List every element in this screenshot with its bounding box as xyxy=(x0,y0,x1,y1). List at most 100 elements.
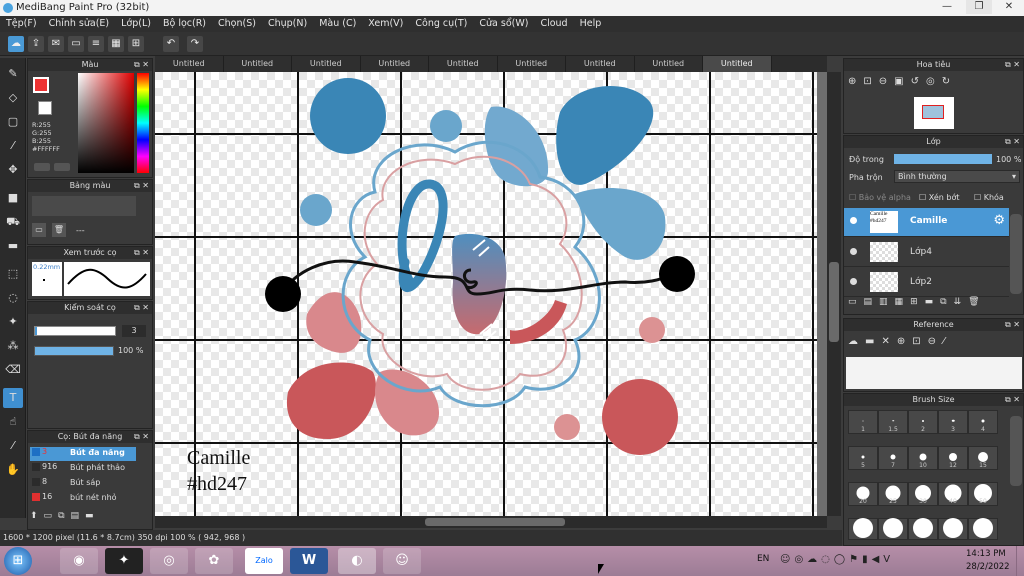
eye-icon[interactable] xyxy=(850,217,857,224)
brush-size-cell[interactable]: 15 xyxy=(968,446,998,470)
brush-settings-icon[interactable]: ▤ xyxy=(71,511,86,521)
operation-tool-icon[interactable]: ☝ xyxy=(3,412,23,432)
menu-layer[interactable]: Lớp(L) xyxy=(115,16,157,32)
cloud-icon[interactable]: ☁ xyxy=(8,36,24,52)
brush-size-cell[interactable]: 7 xyxy=(878,446,908,470)
coccoc-icon[interactable]: ◉ xyxy=(60,548,98,574)
chrome-icon[interactable]: ◎ xyxy=(150,548,188,574)
paint-icon[interactable]: ◐ xyxy=(338,548,376,574)
upload-icon[interactable]: ☁ xyxy=(848,336,865,347)
navigator-thumbnail[interactable] xyxy=(914,97,954,129)
flag-tray-icon[interactable]: ⚑ xyxy=(849,554,862,565)
menu-view[interactable]: Xem(V) xyxy=(362,16,409,32)
horizontal-scroll-thumb[interactable] xyxy=(425,518,565,526)
open-folder-icon[interactable]: ▬ xyxy=(865,336,881,347)
brush-tool-icon[interactable]: ✎ xyxy=(3,64,23,84)
clock-date[interactable]: 28/2/2022 xyxy=(966,562,1010,572)
brush-size-cell[interactable]: 20 xyxy=(848,482,878,506)
share-icon[interactable]: ⇪ xyxy=(28,36,44,52)
tab-untitled[interactable]: Untitled xyxy=(566,56,635,72)
opera-tray-icon[interactable]: ◯ xyxy=(834,554,849,565)
color-option-icon[interactable] xyxy=(34,163,50,171)
brush-size-slider[interactable] xyxy=(34,326,116,336)
brush-size-cell[interactable]: 3 xyxy=(938,410,968,434)
dropper-tool-icon[interactable]: ⁄ xyxy=(3,436,23,456)
start-button[interactable]: ⊞ xyxy=(4,547,32,575)
hand-tool-icon[interactable]: ✋ xyxy=(3,460,23,480)
menu-select[interactable]: Chọn(S) xyxy=(212,16,262,32)
menu-edit[interactable]: Chỉnh sửa(E) xyxy=(43,16,116,32)
redo-icon[interactable]: ↷ xyxy=(187,36,203,52)
eye-icon[interactable] xyxy=(850,278,857,285)
brush-item[interactable]: 8 Bút sáp xyxy=(30,477,136,491)
layer-row[interactable]: Camille #hd247 Camille ⚙ xyxy=(844,208,1009,237)
tab-untitled[interactable]: Untitled xyxy=(155,56,224,72)
rotate-right-icon[interactable]: ↻ xyxy=(942,76,957,87)
panel-close-icon[interactable]: ⧉ ✕ xyxy=(1005,394,1020,406)
unikey-tray-icon[interactable]: V xyxy=(883,554,894,565)
chat-icon[interactable]: ✉ xyxy=(48,36,64,52)
duplicate-layer-icon[interactable]: ⧉ xyxy=(940,297,953,307)
chrome-tray-icon[interactable]: ◎ xyxy=(794,554,807,565)
panel-close-icon[interactable]: ⧉ ✕ xyxy=(134,431,149,443)
magic-wand-tool-icon[interactable]: ✦ xyxy=(3,312,23,332)
brush-size-cell[interactable]: 30 xyxy=(908,482,938,506)
horizontal-scrollbar[interactable] xyxy=(155,516,827,528)
clock-time[interactable]: 14:13 PM xyxy=(966,549,1006,559)
background-color-swatch[interactable] xyxy=(38,101,52,115)
panel-close-icon[interactable]: ⧉ ✕ xyxy=(134,180,149,192)
tab-untitled[interactable]: Untitled xyxy=(429,56,498,72)
brush-list-toolbar[interactable]: ⬆▭⧉▤▬ xyxy=(30,511,150,525)
layer-row[interactable]: Lớp2 xyxy=(844,268,1009,297)
zalo-icon[interactable]: Zalo xyxy=(245,548,283,574)
tab-untitled-active[interactable]: Untitled xyxy=(703,56,772,72)
merge-layer-icon[interactable]: ⇊ xyxy=(954,297,969,307)
menu-window[interactable]: Cửa sổ(W) xyxy=(473,16,534,32)
canvas[interactable]: Camille #hd247 xyxy=(155,72,827,516)
layer-list-scrollbar[interactable] xyxy=(1010,214,1022,294)
new-8bit-layer-icon[interactable]: ▥ xyxy=(879,297,895,307)
rotate-left-icon[interactable]: ↺ xyxy=(911,76,926,87)
clipping-checkbox[interactable]: ☐ Xén bớt xyxy=(919,193,959,202)
menu-help[interactable]: Help xyxy=(574,16,608,32)
pen-tool-icon[interactable]: ⁄ xyxy=(3,136,23,156)
zoom-out-icon[interactable]: ⊖ xyxy=(879,76,894,87)
zoom-fit-icon[interactable]: ⊡ xyxy=(912,336,927,347)
text-tool-icon[interactable]: T xyxy=(3,388,23,408)
discord-icon[interactable]: ☺ xyxy=(383,548,421,574)
brush-size-cell[interactable]: 5 xyxy=(848,446,878,470)
layer-row[interactable]: Lớp4 xyxy=(844,238,1009,267)
brush-opacity-slider[interactable] xyxy=(34,346,114,356)
undo-icon[interactable]: ↶ xyxy=(163,36,179,52)
menu-filter[interactable]: Bộ lọc(R) xyxy=(157,16,212,32)
move-tool-icon[interactable]: ✥ xyxy=(3,160,23,180)
select-rect-tool-icon[interactable]: ⬚ xyxy=(3,264,23,284)
brush-size-cell[interactable] xyxy=(908,518,938,540)
green-app-icon[interactable]: ✿ xyxy=(195,548,233,574)
panel-close-icon[interactable]: ⧉ ✕ xyxy=(134,59,149,71)
panel-close-icon[interactable]: ⧉ ✕ xyxy=(1005,136,1020,148)
actual-size-icon[interactable]: ▣ xyxy=(894,76,910,87)
brush-size-value[interactable]: 3 xyxy=(122,325,146,337)
gear-icon[interactable]: ⚙ xyxy=(993,213,1005,228)
panel-close-icon[interactable]: ⧉ ✕ xyxy=(1005,319,1020,331)
material-icon[interactable]: ▦ xyxy=(108,36,124,52)
protect-alpha-checkbox[interactable]: ☐ Bảo vệ alpha xyxy=(849,193,911,202)
zoom-fit-icon[interactable]: ⊡ xyxy=(863,76,878,87)
brush-size-cell[interactable] xyxy=(878,518,908,540)
lasso-tool-icon[interactable]: ◌ xyxy=(3,288,23,308)
trash-icon[interactable]: 🗑 xyxy=(52,223,66,237)
menu-file[interactable]: Tệp(F) xyxy=(0,16,43,32)
menu-cloud[interactable]: Cloud xyxy=(534,16,573,32)
eye-icon[interactable] xyxy=(850,248,857,255)
note-icon[interactable]: ▭ xyxy=(68,36,84,52)
select-pen-tool-icon[interactable]: ⁂ xyxy=(3,336,23,356)
brush-item[interactable]: 16 bút nét nhỏ xyxy=(30,492,136,506)
brush-size-cell[interactable]: 2 xyxy=(908,410,938,434)
network-tray-icon[interactable]: ☁ xyxy=(807,554,821,565)
zoom-out-icon[interactable]: ⊖ xyxy=(928,336,943,347)
select-eraser-tool-icon[interactable]: ⌫ xyxy=(3,360,23,380)
close-button[interactable]: ✕ xyxy=(996,0,1022,14)
tab-untitled[interactable]: Untitled xyxy=(360,56,429,72)
signal-tray-icon[interactable]: ▮ xyxy=(862,554,872,565)
